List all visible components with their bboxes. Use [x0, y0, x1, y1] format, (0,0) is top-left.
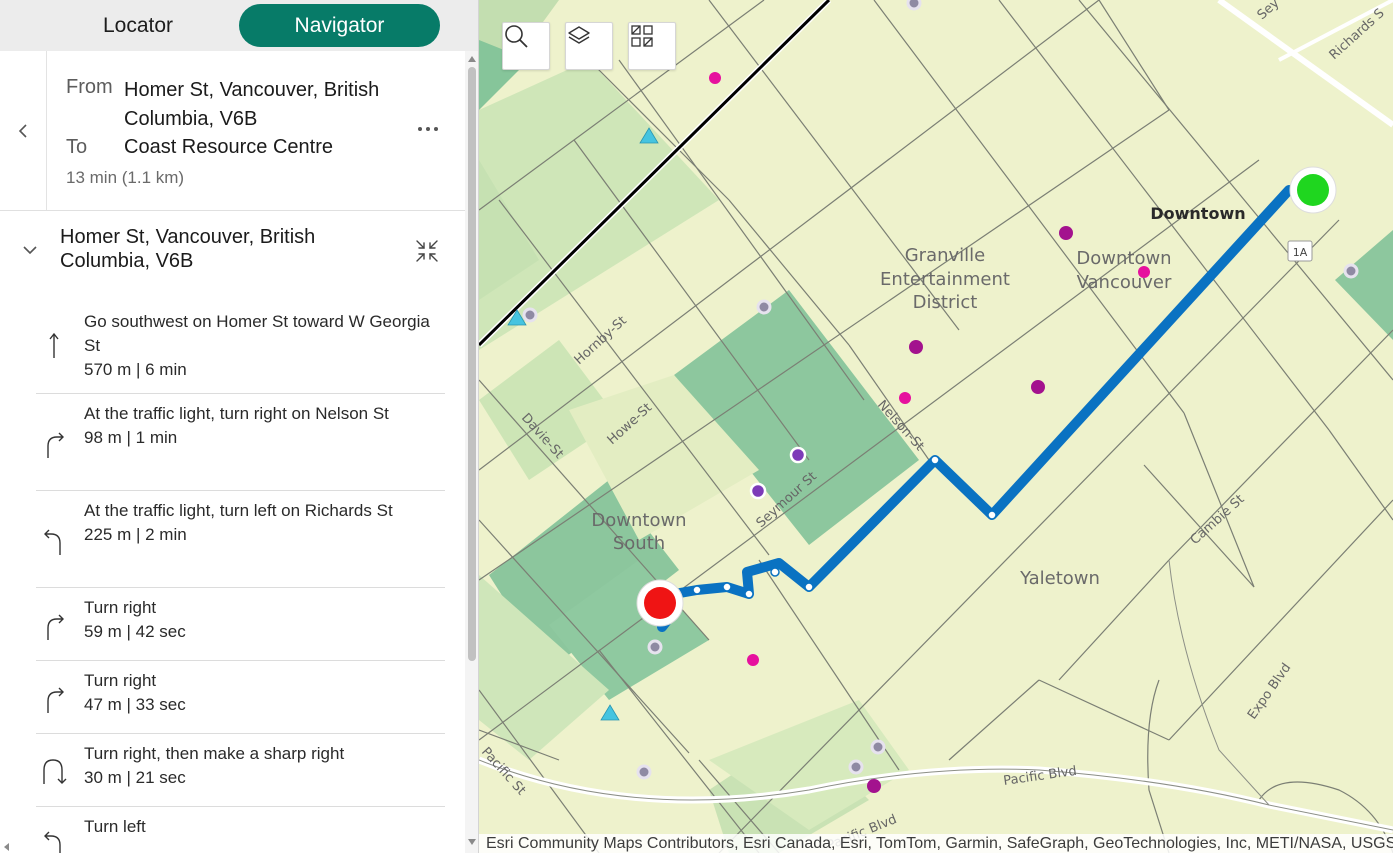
step-detail: 30 m | 21 sec [84, 768, 186, 787]
turn-right-icon [47, 614, 64, 640]
direction-step[interactable]: Turn right 47 m | 33 sec [36, 661, 445, 734]
tab-bar: Locator Navigator [0, 0, 478, 51]
step-instruction: Turn right, then make a sharp right [84, 744, 345, 763]
step-detail: 59 m | 42 sec [84, 622, 186, 641]
vertical-scrollbar[interactable] [465, 51, 478, 853]
collapse-arrows-icon[interactable] [412, 236, 442, 266]
label-richards-st: Richards S [1327, 6, 1388, 63]
start-location-title: Homer St, Vancouver, British Columbia, V… [60, 226, 316, 272]
label-downtown-south-2: South [613, 533, 665, 554]
step-detail: 570 m | 6 min [84, 360, 187, 379]
label-downtown-vancouver-2: Vancouver [1077, 272, 1172, 293]
to-label: To [66, 136, 88, 158]
step-instruction: Turn right [84, 671, 157, 690]
basemap-gallery-button[interactable] [628, 22, 676, 70]
step-instruction: At the traffic light, turn left on Richa… [84, 501, 393, 520]
map-attribution[interactable]: Esri Community Maps Contributors, Esri C… [479, 834, 1393, 853]
step-detail: 225 m | 2 min [84, 525, 187, 544]
from-label: From [66, 76, 113, 98]
map-search-button[interactable] [502, 22, 550, 70]
turn-right-icon [47, 687, 64, 713]
more-options-button[interactable] [410, 117, 446, 141]
turn-right-icon [47, 432, 64, 458]
step-instruction: Turn left [84, 817, 146, 836]
turn-left-icon [44, 529, 61, 555]
direction-step[interactable]: At the traffic light, turn right on Nels… [36, 394, 445, 491]
route-duration-distance: 13 min (1.1 km) [66, 168, 185, 187]
direction-step[interactable]: Go southwest on Homer St toward W Georgi… [36, 302, 445, 394]
sharp-right-icon [43, 759, 67, 784]
start-location-header: Homer St, Vancouver, British Columbia, V… [0, 212, 465, 302]
label-granville-1: Granville [905, 245, 986, 266]
label-cambie-st: Cambie St [1188, 492, 1248, 548]
basemap-gallery-icon [631, 25, 653, 47]
svg-text:1A: 1A [1293, 246, 1308, 259]
end-marker[interactable] [636, 579, 684, 627]
route-summary-card: From Homer St, Vancouver, British Columb… [0, 51, 465, 211]
label-seymour-top: Sey [1255, 0, 1283, 23]
map-layers-button[interactable] [565, 22, 613, 70]
step-detail: 98 m | 1 min [84, 428, 178, 447]
step-instruction: Turn right [84, 598, 157, 617]
directions-panel: Locator Navigator From Homer St, Vancouv… [0, 0, 479, 853]
start-marker[interactable] [1289, 166, 1337, 214]
direction-step[interactable]: Turn right, then make a sharp right 30 m… [36, 734, 445, 807]
scrollbar-thumb[interactable] [468, 67, 476, 661]
chevron-left-icon [18, 123, 27, 138]
label-expo-blvd: Expo Blvd [1245, 661, 1294, 723]
chevron-down-icon[interactable] [18, 238, 42, 262]
app-window: Locator Navigator From Homer St, Vancouv… [0, 0, 1393, 853]
scroll-left-arrow-icon[interactable] [4, 843, 9, 851]
highway-shield-1a: 1A [1287, 240, 1313, 262]
label-granville-2: Entertainment [880, 269, 1010, 290]
label-yaletown: Yaletown [1019, 568, 1100, 589]
scroll-up-arrow-icon[interactable] [468, 56, 476, 62]
map-canvas[interactable]: 1A Downtown Granville Entertainment Dist… [479, 0, 1393, 853]
label-downtown: Downtown [1150, 204, 1245, 223]
tab-locator[interactable]: Locator [38, 4, 238, 47]
map-view[interactable]: 1A Downtown Granville Entertainment Dist… [479, 0, 1393, 853]
label-downtown-vancouver-1: Downtown [1076, 248, 1171, 269]
direction-step[interactable]: Turn left [36, 807, 445, 853]
step-detail: 47 m | 33 sec [84, 695, 186, 714]
tab-navigator[interactable]: Navigator [239, 4, 440, 47]
scroll-down-arrow-icon[interactable] [468, 839, 476, 845]
search-icon [505, 25, 528, 48]
ellipsis-icon [418, 127, 422, 131]
layers-icon [568, 26, 590, 44]
from-value: Homer St, Vancouver, British Columbia, V… [124, 79, 380, 130]
to-value: Coast Resource Centre [124, 136, 333, 158]
step-instruction: At the traffic light, turn right on Nels… [84, 404, 389, 423]
straight-arrow-icon [49, 332, 59, 358]
direction-step[interactable]: At the traffic light, turn left on Richa… [36, 491, 445, 588]
turn-left-icon [44, 831, 61, 853]
label-granville-3: District [913, 292, 978, 313]
direction-step[interactable]: Turn right 59 m | 42 sec [36, 588, 445, 661]
label-downtown-south-1: Downtown [591, 510, 686, 531]
step-instruction: Go southwest on Homer St toward W Georgi… [84, 312, 430, 355]
back-button[interactable] [0, 51, 47, 210]
